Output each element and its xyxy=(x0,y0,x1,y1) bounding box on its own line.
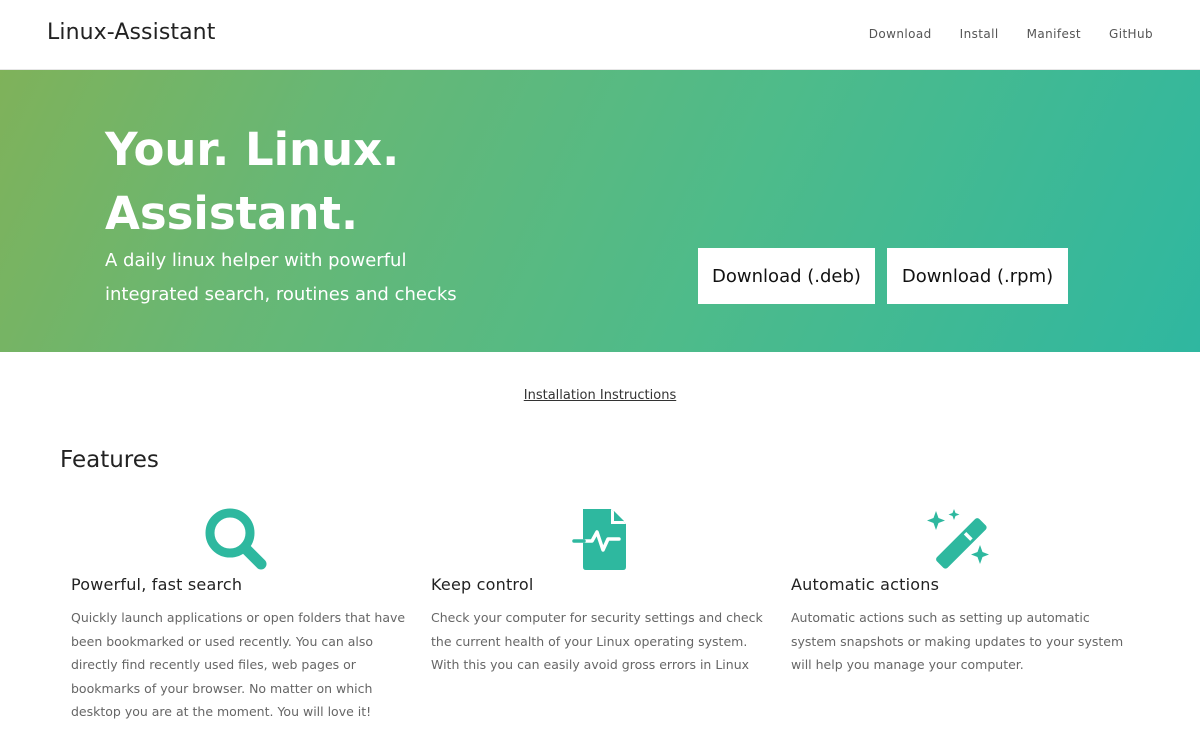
feature-description: Automatic actions such as setting up aut… xyxy=(791,610,1124,672)
feature-title: Powerful, fast search xyxy=(71,575,243,594)
feature-actions: Automatic actions Automatic actions such… xyxy=(791,505,1136,677)
feature-description: Check your computer for security setting… xyxy=(431,610,763,672)
feature-control: Keep control Check your computer for sec… xyxy=(431,505,776,677)
feature-search: Powerful, fast search Quickly launch app… xyxy=(71,505,416,724)
magic-wand-icon xyxy=(927,509,989,569)
search-icon xyxy=(205,508,267,570)
hero-subtitle: A daily linux helper with powerful integ… xyxy=(105,250,457,305)
nav-link-github[interactable]: GitHub xyxy=(1109,27,1153,41)
hero-title: Your. Linux. Assistant. xyxy=(105,123,400,240)
feature-description: Quickly launch applications or open fold… xyxy=(71,610,406,719)
nav-link-manifest[interactable]: Manifest xyxy=(1027,27,1081,41)
nav-link-download[interactable]: Download xyxy=(869,27,932,41)
features-heading: Features xyxy=(60,447,159,473)
feature-title: Keep control xyxy=(431,575,534,594)
top-navbar: Linux-Assistant Download Install Manifes… xyxy=(0,0,1200,70)
nav-link-install[interactable]: Install xyxy=(960,27,999,41)
brand-link[interactable]: Linux-Assistant xyxy=(47,20,215,45)
install-link-row: Installation Instructions xyxy=(0,388,1200,403)
download-rpm-button[interactable]: Download (.rpm) xyxy=(887,248,1068,304)
installation-instructions-link[interactable]: Installation Instructions xyxy=(524,388,676,403)
file-health-icon xyxy=(572,509,626,570)
feature-title: Automatic actions xyxy=(791,575,940,594)
download-deb-button[interactable]: Download (.deb) xyxy=(698,248,875,304)
hero-banner: Your. Linux. Assistant. A daily linux he… xyxy=(0,70,1200,352)
nav-links: Download Install Manifest GitHub xyxy=(869,27,1153,41)
